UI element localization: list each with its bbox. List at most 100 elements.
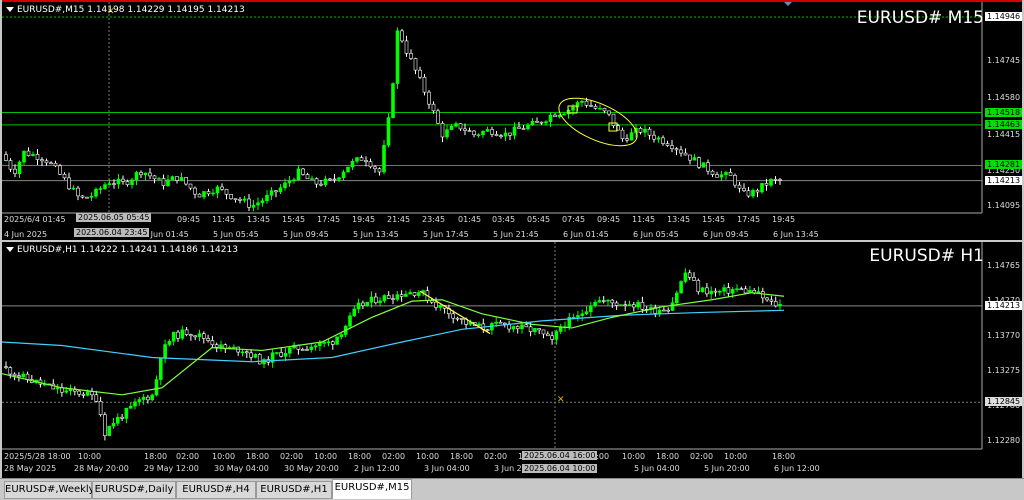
candle-body xyxy=(206,191,211,195)
candle-body xyxy=(166,179,170,186)
candle-body xyxy=(238,198,242,201)
chart-shift-marker-icon[interactable] xyxy=(784,2,792,6)
candle-body xyxy=(638,128,643,133)
candle-body xyxy=(211,192,215,195)
date-tick-label: 4 Jun 2025 xyxy=(4,230,48,239)
candle-body xyxy=(120,416,124,419)
candle-body xyxy=(709,290,714,295)
candle-body xyxy=(743,288,748,294)
time-tick-label: 09:45 xyxy=(597,215,621,224)
m15-chart[interactable]: ✕ EURUSD#,M15 1.14198 1.14229 1.14195 1.… xyxy=(2,0,1022,240)
candle-body xyxy=(292,179,296,182)
time-tick-label: 18:00 xyxy=(450,452,474,461)
time-tick-label: 10:00 xyxy=(724,452,748,461)
candle-body xyxy=(161,178,166,186)
candle-body xyxy=(287,180,292,184)
candle-body xyxy=(128,405,133,409)
candle-body xyxy=(602,108,607,112)
time-tick-label: 09:45 xyxy=(177,215,201,224)
candle-body xyxy=(576,315,580,318)
date-tick-label: 6 Jun 05:45 xyxy=(633,230,679,239)
time-tick-label: 05:45 xyxy=(527,215,551,224)
m15-chart-canvas[interactable]: ✕ xyxy=(2,2,1022,240)
chart-tab-eurusd-h1[interactable]: EURUSD#,H1 xyxy=(256,481,332,499)
candle-body xyxy=(318,342,322,347)
candle-body xyxy=(769,178,773,186)
candle-body xyxy=(679,281,683,294)
chart-tab-eurusd-weekly[interactable]: EURUSD#,Weekly xyxy=(4,481,95,499)
candle-body xyxy=(481,131,485,135)
candle-body xyxy=(124,407,129,419)
candle-body xyxy=(700,287,705,293)
candle-body xyxy=(377,168,382,173)
candle-body xyxy=(188,183,193,189)
annotation-ellipse[interactable] xyxy=(552,88,643,155)
candle-body xyxy=(440,123,445,138)
candle-body xyxy=(378,300,382,304)
candle-body xyxy=(717,291,722,293)
candle-body xyxy=(418,69,422,78)
crosshair-time-label: 2025.06.04 16:00 xyxy=(522,451,598,460)
candle-body xyxy=(629,132,634,141)
candle-body xyxy=(361,302,365,307)
chart-menu-arrow-icon[interactable] xyxy=(6,247,14,252)
candle-body xyxy=(463,128,467,131)
candle-body xyxy=(247,198,251,208)
candle-body xyxy=(652,134,656,140)
candle-body xyxy=(62,173,67,179)
m15-chart-header: EURUSD#,M15 1.14198 1.14229 1.14195 1.14… xyxy=(6,5,245,15)
price-tag: 1.12845 xyxy=(985,397,1022,407)
candle-body xyxy=(625,138,629,141)
candle-body xyxy=(146,396,150,401)
chart-menu-arrow-icon[interactable] xyxy=(6,7,14,12)
time-tick-label: 13:45 xyxy=(667,215,691,224)
candle-body xyxy=(553,114,557,118)
candle-body xyxy=(319,183,323,186)
m15-ohlc-readout: EURUSD#,M15 1.14198 1.14229 1.14195 1.14… xyxy=(17,5,245,15)
moving-average-slow xyxy=(2,309,785,363)
price-tick-label: 1.13275 xyxy=(987,365,1021,375)
h1-chart[interactable]: ✕ EURUSD#,H1 1.14222 1.14241 1.14186 1.1… xyxy=(2,242,1022,478)
price-tag: 1.14213 xyxy=(985,300,1022,310)
candle-body xyxy=(215,186,220,194)
candle-body xyxy=(154,379,159,396)
candle-body xyxy=(494,321,499,324)
candle-body xyxy=(550,335,554,340)
chart-tab-eurusd-m15[interactable]: EURUSD#,M15 xyxy=(332,479,412,499)
price-tag: 1.14281 xyxy=(985,160,1022,170)
candle-body xyxy=(760,291,765,299)
chart-tab-eurusd-daily[interactable]: EURUSD#,Daily xyxy=(92,481,176,499)
candle-body xyxy=(229,194,233,200)
candle-body xyxy=(335,336,339,345)
candle-body xyxy=(710,170,715,175)
candle-body xyxy=(665,143,670,146)
candle-body xyxy=(112,183,116,185)
price-tag: 1.14463 xyxy=(985,119,1022,129)
candle-body xyxy=(580,100,584,103)
candle-body xyxy=(413,58,418,71)
time-tick-label: 10:00 xyxy=(314,452,338,461)
time-tick-label: 18:00 xyxy=(772,452,796,461)
candle-body xyxy=(589,105,593,107)
time-tick-label: 10:00 xyxy=(416,452,440,461)
chart-tab-eurusd-h4[interactable]: EURUSD#,H4 xyxy=(176,481,256,499)
candle-body xyxy=(647,128,652,136)
candle-body xyxy=(554,331,559,340)
candle-body xyxy=(730,289,735,294)
candle-body xyxy=(593,105,598,109)
h1-chart-canvas[interactable]: ✕ xyxy=(2,242,1022,478)
date-tick-label: 28 May 2025 xyxy=(4,464,57,473)
candle-body xyxy=(67,177,71,190)
candle-body xyxy=(103,414,107,437)
price-tick-label: 1.14745 xyxy=(987,55,1021,65)
candle-body xyxy=(90,391,94,396)
date-tick-label: 5 Jun 01:45 xyxy=(143,230,189,239)
time-tick-label: 02:00 xyxy=(280,452,304,461)
date-tick-label: 3 Jun 04:00 xyxy=(424,464,470,473)
candle-body xyxy=(735,288,739,291)
candle-body xyxy=(170,176,175,181)
candle-body xyxy=(404,293,408,297)
time-tick-label: 10:00 xyxy=(622,452,646,461)
candle-body xyxy=(71,187,76,190)
time-tick-label: 17:45 xyxy=(737,215,761,224)
